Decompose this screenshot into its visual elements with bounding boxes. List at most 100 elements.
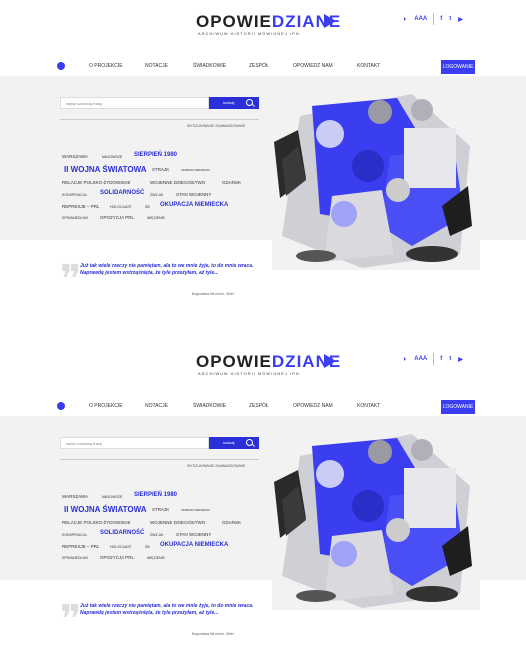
tag-link[interactable]: II WOJNA ŚWIATOWA — [64, 165, 147, 174]
advanced-search-link[interactable]: WYSZUKIWANIE ZAAWANSOWANE — [187, 124, 245, 128]
font-size-toggle[interactable]: AAA — [414, 16, 427, 22]
logo-subtitle: ARCHIWUM HISTORII MÓWIONEJ IPN — [198, 371, 300, 376]
tag-link[interactable]: ZWZ-AK — [150, 533, 163, 537]
tag-link[interactable]: OPOZYCJA PRL — [100, 215, 134, 220]
divider — [433, 13, 435, 25]
advanced-search-link[interactable]: WYSZUKIWANIE ZAAWANSOWANE — [187, 464, 245, 468]
tag-link[interactable]: GDAŃSK — [222, 520, 241, 525]
tag-link[interactable]: SB — [145, 205, 150, 209]
tag-link[interactable]: TERROR NIEMIECKI — [181, 508, 210, 512]
divider — [60, 459, 259, 460]
nav-item-opowiedz-nam[interactable]: OPOWIEDZ NAM — [293, 403, 333, 409]
site-header: OPOWIEDZIANE ARCHIWUM HISTORII MÓWIONEJ … — [0, 0, 526, 52]
tag-link[interactable]: SOLIDARNOŚĆ — [100, 530, 144, 536]
tag-link[interactable]: REPRESJE – PRL — [62, 544, 100, 549]
login-button[interactable]: LOGOWANIE — [441, 400, 475, 414]
tag-link[interactable]: OKUPACJA NIEMIECKA — [160, 202, 228, 208]
nav-item-zespol[interactable]: ZESPÓŁ — [249, 403, 269, 409]
tag-link[interactable]: SIERPIEŃ 1980 — [134, 492, 177, 498]
tag-link[interactable]: WOJENNE DZIECIŃSTWO — [150, 520, 205, 525]
logo-subtitle: ARCHIWUM HISTORII MÓWIONEJ IPN — [198, 31, 300, 36]
tag-link[interactable]: WIĘZIENIE — [147, 216, 165, 220]
tag-link[interactable]: OKUPACJA NIEMIECKA — [160, 542, 228, 548]
nav-item-kontakt[interactable]: KONTAKT — [357, 63, 380, 69]
site-logo[interactable]: OPOWIEDZIANE ARCHIWUM HISTORII MÓWIONEJ … — [196, 352, 340, 382]
search-input[interactable]: wpisz szukaną frazę — [60, 437, 209, 449]
search-input[interactable]: wpisz szukaną frazę — [60, 97, 209, 109]
nav-item-kontakt[interactable]: KONTAKT — [357, 403, 380, 409]
tag-link[interactable]: SB — [145, 545, 150, 549]
nav-item-notacje[interactable]: NOTACJE — [145, 403, 168, 409]
search-button-label: szukaj — [223, 440, 235, 445]
search-icon — [246, 99, 253, 106]
accessibility-tools: ◑ AAA f t ▶ — [402, 353, 470, 365]
tag-link[interactable]: REPRESJE – PRL — [62, 204, 100, 209]
witnesses-collage-image — [272, 426, 480, 610]
nav-item-zespol[interactable]: ZESPÓŁ — [249, 63, 269, 69]
tag-link[interactable]: STAN WOJENNY — [176, 192, 211, 197]
quote-mark-icon: ❞ — [60, 257, 82, 302]
facebook-icon[interactable]: f — [440, 16, 442, 22]
nav-item-o-projekcie[interactable]: O PROJEKCIE — [89, 403, 123, 409]
logo-text: OPOWIEDZIANE — [196, 352, 342, 371]
tag-link[interactable]: ZWZ-AK — [150, 193, 163, 197]
divider — [433, 353, 435, 365]
tag-link[interactable]: KONSPIRACJA — [62, 533, 87, 537]
tag-link[interactable]: HOLOCAUST — [110, 545, 132, 549]
twitter-icon[interactable]: t — [449, 16, 451, 22]
contrast-icon[interactable]: ◑ — [402, 356, 406, 363]
tag-link[interactable]: OPOZYCJA PRL — [100, 555, 134, 560]
quote-author: Bogusława Wrocheń, Wilet — [192, 632, 234, 636]
quote-author: Bogusława Wrocheń, Wilet — [192, 292, 234, 296]
nav-item-swiadkowie[interactable]: ŚWIADKOWIE — [193, 403, 226, 409]
logo-text: OPOWIEDZIANE — [196, 12, 342, 31]
tag-link[interactable]: SOLIDARNOŚĆ — [100, 190, 144, 196]
home-icon[interactable] — [57, 62, 65, 70]
quote-text: Już tak wiele rzeczy nie pamiętam, ala t… — [80, 603, 254, 616]
font-size-toggle[interactable]: AAA — [414, 356, 427, 362]
search-button[interactable]: szukaj — [209, 97, 259, 109]
play-icon — [324, 14, 336, 28]
tag-link[interactable]: SPRAWIEDLIWI — [62, 556, 88, 560]
tag-link[interactable]: TERROR NIEMIECKI — [181, 168, 210, 172]
accessibility-tools: ◑ AAA f t ▶ — [402, 13, 470, 25]
main-nav: O PROJEKCIE NOTACJE ŚWIADKOWIE ZESPÓŁ OP… — [0, 60, 526, 76]
tag-link[interactable]: RELACJE POLSKO-ŻYDOWSKIE — [62, 520, 131, 525]
facebook-icon[interactable]: f — [440, 356, 442, 362]
quote-mark-icon: ❞ — [60, 597, 82, 642]
main-nav: O PROJEKCIE NOTACJE ŚWIADKOWIE ZESPÓŁ OP… — [0, 400, 526, 416]
tag-link[interactable]: HOLOCAUST — [110, 205, 132, 209]
tag-link[interactable]: STAN WOJENNY — [176, 532, 211, 537]
tag-link[interactable]: GDAŃSK — [222, 180, 241, 185]
tag-link[interactable]: MAZOWSZE — [102, 495, 122, 499]
tag-link[interactable]: WARSZAWA — [62, 154, 88, 159]
search-button-label: szukaj — [223, 100, 235, 105]
home-icon[interactable] — [57, 402, 65, 410]
youtube-icon[interactable]: ▶ — [458, 356, 463, 363]
nav-item-swiadkowie[interactable]: ŚWIADKOWIE — [193, 63, 226, 69]
play-icon — [324, 354, 336, 368]
tag-link[interactable]: STRAJK — [152, 507, 169, 512]
contrast-icon[interactable]: ◑ — [402, 16, 406, 23]
nav-item-notacje[interactable]: NOTACJE — [145, 63, 168, 69]
tag-link[interactable]: STRAJK — [152, 167, 169, 172]
nav-item-opowiedz-nam[interactable]: OPOWIEDZ NAM — [293, 63, 333, 69]
witnesses-collage-image — [272, 86, 480, 270]
nav-item-o-projekcie[interactable]: O PROJEKCIE — [89, 63, 123, 69]
site-logo[interactable]: OPOWIEDZIANE ARCHIWUM HISTORII MÓWIONEJ … — [196, 12, 340, 42]
tag-link[interactable]: WOJENNE DZIECIŃSTWO — [150, 180, 205, 185]
page-screenshot: OPOWIEDZIANE ARCHIWUM HISTORII MÓWIONEJ … — [0, 0, 526, 322]
tag-link[interactable]: MAZOWSZE — [102, 155, 122, 159]
tag-link[interactable]: WARSZAWA — [62, 494, 88, 499]
tag-link[interactable]: WIĘZIENIE — [147, 556, 165, 560]
tag-link[interactable]: KONSPIRACJA — [62, 193, 87, 197]
tag-link[interactable]: RELACJE POLSKO-ŻYDOWSKIE — [62, 180, 131, 185]
site-header: OPOWIEDZIANE ARCHIWUM HISTORII MÓWIONEJ … — [0, 340, 526, 392]
youtube-icon[interactable]: ▶ — [458, 16, 463, 23]
tag-link[interactable]: SPRAWIEDLIWI — [62, 216, 88, 220]
tag-link[interactable]: SIERPIEŃ 1980 — [134, 152, 177, 158]
tag-link[interactable]: II WOJNA ŚWIATOWA — [64, 505, 147, 514]
login-button[interactable]: LOGOWANIE — [441, 60, 475, 74]
search-button[interactable]: szukaj — [209, 437, 259, 449]
twitter-icon[interactable]: t — [449, 356, 451, 362]
